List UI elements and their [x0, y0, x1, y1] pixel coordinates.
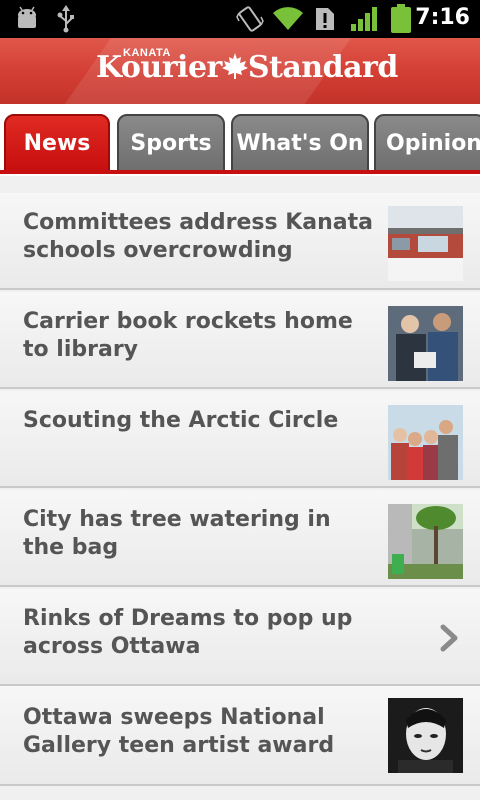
- usb-icon: [57, 5, 74, 33]
- people-with-book-photo: [388, 306, 463, 381]
- article-headline: Carrier book rockets home to library: [23, 309, 353, 362]
- tree-and-wall-photo: [388, 504, 463, 579]
- logo-part-kourier: Kourier: [96, 50, 222, 85]
- chevron-right-icon: [440, 624, 458, 652]
- school-building-photo: [388, 206, 463, 281]
- tab-news-label: News: [23, 130, 91, 156]
- list-item[interactable]: Scouting the Arctic Circle: [0, 391, 480, 488]
- battery-icon: [391, 4, 411, 33]
- sim-alert-icon: [316, 8, 334, 30]
- group-of-students-photo: [388, 405, 463, 480]
- vibrate-icon: [236, 6, 264, 32]
- newspaper-logo: Kourier Standard: [96, 50, 398, 85]
- clock-time: 7:16: [415, 5, 470, 30]
- logo-part-standard: Standard: [247, 50, 398, 85]
- portrait-artwork-photo: [388, 698, 463, 773]
- tab-underline: [0, 170, 480, 174]
- signal-icon: [351, 7, 377, 31]
- list-item[interactable]: Rinks of Dreams to pop up across Ottawa: [0, 589, 480, 686]
- tab-opinion[interactable]: Opinion: [374, 114, 480, 172]
- list-item[interactable]: Ottawa sweeps National Gallery teen arti…: [0, 686, 480, 786]
- tab-sports-label: Sports: [130, 130, 212, 156]
- tab-news[interactable]: News: [4, 114, 110, 172]
- list-item[interactable]: Committees address Kanata schools overcr…: [0, 193, 480, 290]
- article-headline: City has tree watering in the bag: [23, 507, 331, 560]
- tab-opinion-label: Opinion: [386, 130, 480, 156]
- status-bar: 7:16: [0, 0, 480, 38]
- article-headline: Scouting the Arctic Circle: [23, 408, 339, 433]
- section-tab-bar: News Sports What's On Opinion: [0, 104, 480, 176]
- maple-leaf-icon: [221, 53, 248, 79]
- article-headline: Ottawa sweeps National Gallery teen arti…: [23, 705, 335, 758]
- masthead: KANATA Kourier Standard: [0, 38, 480, 104]
- android-debug-icon: [18, 6, 36, 28]
- tab-sports[interactable]: Sports: [117, 114, 225, 172]
- list-item[interactable]: City has tree watering in the bag: [0, 490, 480, 587]
- list-item[interactable]: Carrier book rockets home to library: [0, 292, 480, 389]
- tab-whats-on-label: What's On: [236, 130, 364, 156]
- article-headline: Rinks of Dreams to pop up across Ottawa: [23, 606, 353, 659]
- wifi-icon: [273, 7, 303, 31]
- article-headline: Committees address Kanata schools overcr…: [23, 210, 374, 263]
- tab-whats-on[interactable]: What's On: [231, 114, 369, 172]
